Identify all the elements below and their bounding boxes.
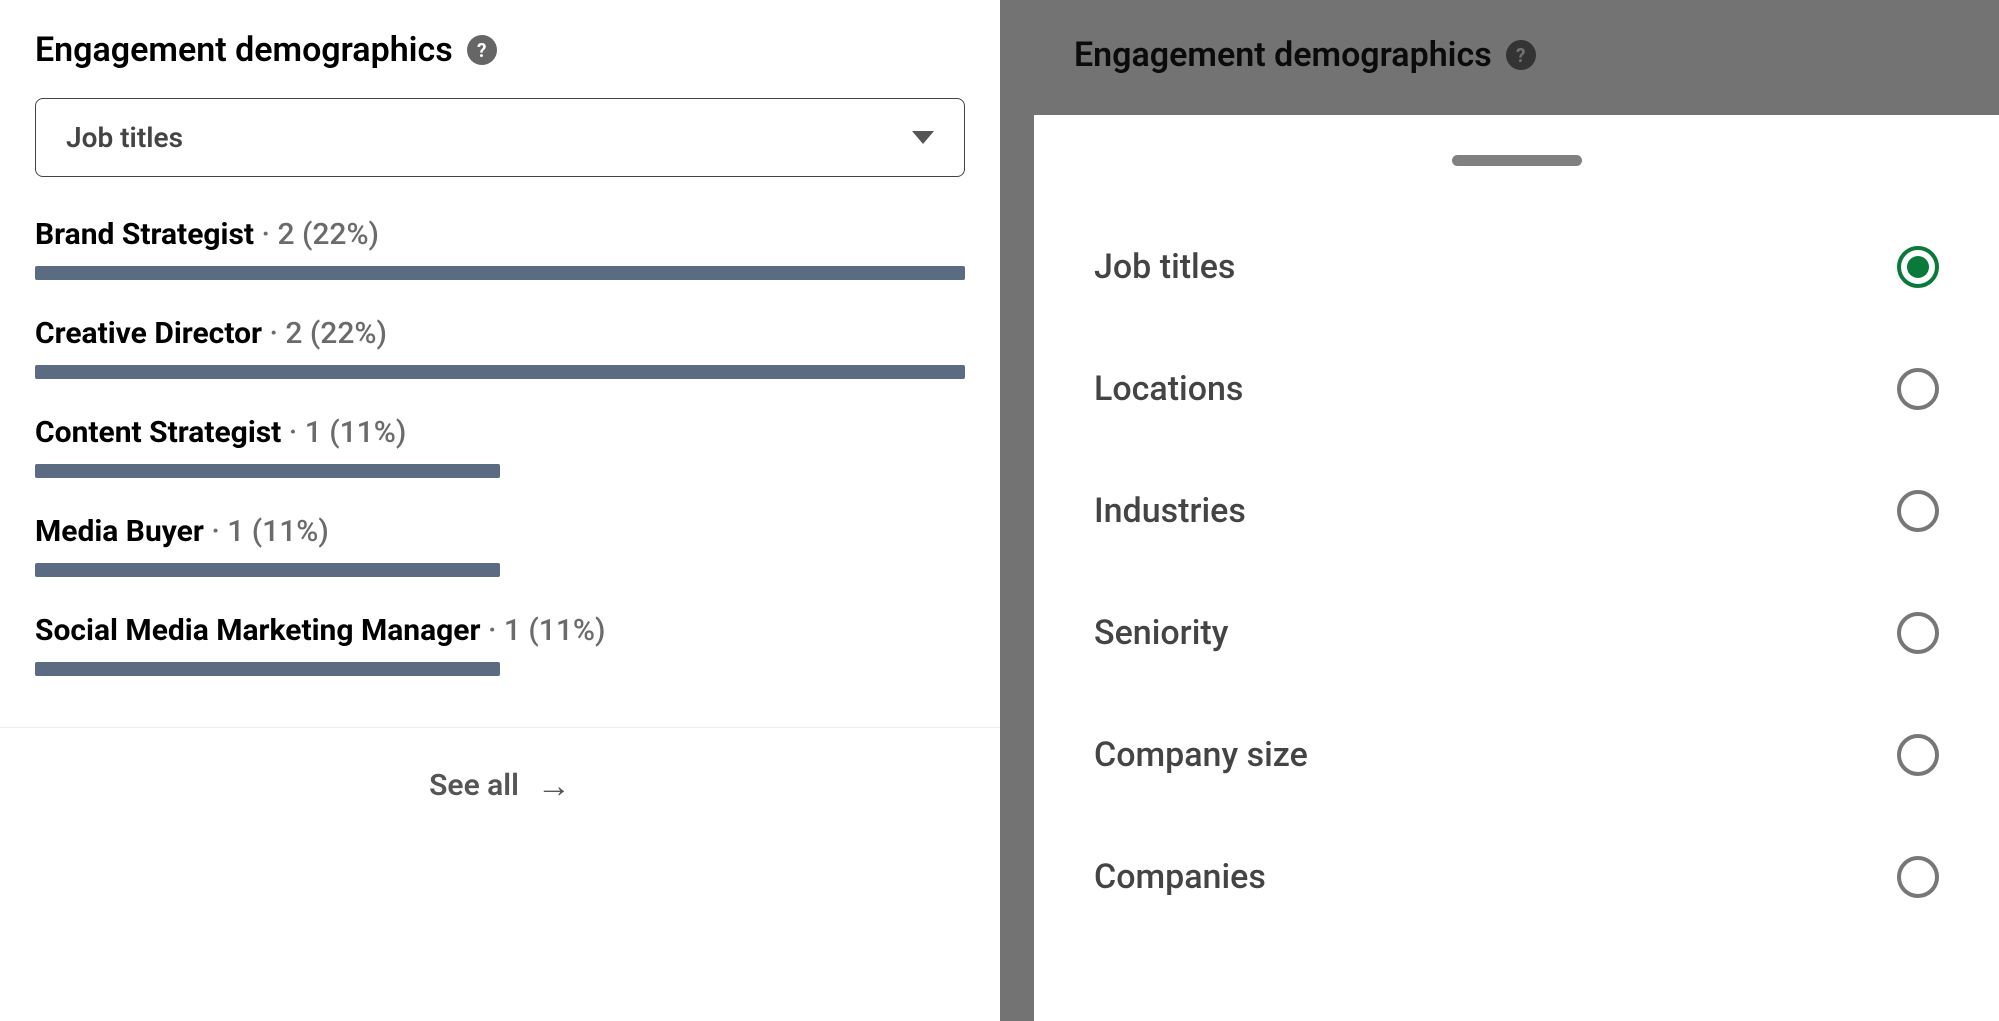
option-row[interactable]: Company size: [1094, 694, 1939, 816]
option-row[interactable]: Job titles: [1094, 206, 1939, 328]
option-label: Company size: [1094, 735, 1308, 775]
bar-fill: [35, 365, 965, 379]
panel-divider: [1000, 0, 1034, 1021]
radio-icon[interactable]: [1897, 856, 1939, 898]
bar-stat: · 1 (11%): [281, 415, 406, 450]
bar-row: Content Strategist · 1 (11%): [35, 415, 965, 478]
right-header: Engagement demographics ?: [1034, 0, 1999, 115]
radio-icon[interactable]: [1897, 490, 1939, 532]
option-label: Companies: [1094, 857, 1266, 897]
dropdown-selected-label: Job titles: [66, 121, 183, 154]
bar-row: Media Buyer · 1 (11%): [35, 514, 965, 577]
option-label: Job titles: [1094, 247, 1235, 287]
option-label: Seniority: [1094, 613, 1228, 653]
bar-stat: · 1 (11%): [204, 514, 329, 549]
bar-stat: · 1 (11%): [481, 613, 606, 648]
see-all-button[interactable]: See all →: [35, 728, 965, 843]
bar-label: Content Strategist · 1 (11%): [35, 415, 965, 450]
bar-row: Brand Strategist · 2 (22%): [35, 217, 965, 280]
right-title: Engagement demographics: [1074, 35, 1492, 75]
option-row[interactable]: Industries: [1094, 450, 1939, 572]
bar-track: [35, 464, 965, 478]
bar-fill: [35, 563, 500, 577]
bar-label: Creative Director · 2 (22%): [35, 316, 965, 351]
bar-name: Media Buyer: [35, 514, 204, 549]
bar-name: Content Strategist: [35, 415, 281, 450]
radio-icon[interactable]: [1897, 368, 1939, 410]
left-panel: Engagement demographics ? Job titles Bra…: [0, 0, 1000, 1021]
demographics-dropdown[interactable]: Job titles: [35, 98, 965, 177]
bar-fill: [35, 464, 500, 478]
bar-list: Brand Strategist · 2 (22%)Creative Direc…: [35, 217, 965, 712]
bar-stat: · 2 (22%): [254, 217, 379, 252]
radio-icon[interactable]: [1897, 612, 1939, 654]
bar-name: Creative Director: [35, 316, 262, 351]
bar-label: Media Buyer · 1 (11%): [35, 514, 965, 549]
help-icon[interactable]: ?: [467, 35, 497, 65]
radio-icon[interactable]: [1897, 246, 1939, 288]
bar-label: Social Media Marketing Manager · 1 (11%): [35, 613, 965, 648]
see-all-label: See all: [429, 768, 519, 803]
sheet-drag-handle[interactable]: [1452, 155, 1582, 166]
bar-track: [35, 266, 965, 280]
right-panel: Engagement demographics ? Job titles Loca…: [1034, 0, 1999, 1021]
left-header: Engagement demographics ?: [35, 30, 965, 70]
chevron-down-icon: [912, 131, 934, 144]
option-row[interactable]: Companies: [1094, 816, 1939, 938]
bar-row: Social Media Marketing Manager · 1 (11%): [35, 613, 965, 676]
bar-fill: [35, 662, 500, 676]
bar-fill: [35, 266, 965, 280]
bar-stat: · 2 (22%): [262, 316, 387, 351]
option-label: Industries: [1094, 491, 1246, 531]
options-list: Job titles Locations Industries Seniority Co…: [1034, 206, 1999, 938]
option-label: Locations: [1094, 369, 1243, 409]
bar-row: Creative Director · 2 (22%): [35, 316, 965, 379]
bar-name: Brand Strategist: [35, 217, 254, 252]
bar-track: [35, 365, 965, 379]
bar-track: [35, 563, 965, 577]
option-row[interactable]: Seniority: [1094, 572, 1939, 694]
bar-name: Social Media Marketing Manager: [35, 613, 481, 648]
page-title: Engagement demographics: [35, 30, 453, 70]
help-icon[interactable]: ?: [1506, 40, 1536, 70]
radio-icon[interactable]: [1897, 734, 1939, 776]
arrow-right-icon: →: [537, 769, 571, 803]
bar-label: Brand Strategist · 2 (22%): [35, 217, 965, 252]
option-row[interactable]: Locations: [1094, 328, 1939, 450]
bar-track: [35, 662, 965, 676]
